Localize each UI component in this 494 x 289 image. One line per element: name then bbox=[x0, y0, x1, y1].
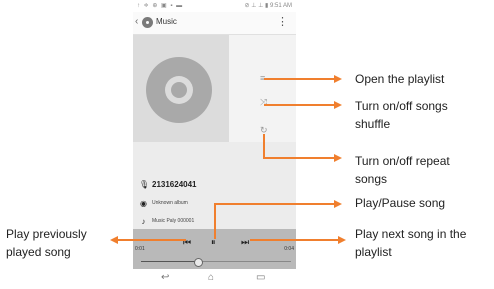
callout-shuffle-line1: Turn on/off songs bbox=[355, 99, 448, 113]
callout-previous-line2: played song bbox=[6, 245, 71, 259]
callout-open-playlist-text: Open the playlist bbox=[355, 72, 445, 86]
arrow-play-pause bbox=[214, 200, 342, 239]
callout-repeat-line2: songs bbox=[355, 172, 388, 186]
callout-next: Play next song in the playlist bbox=[355, 225, 466, 261]
callout-previous-line1: Play previously bbox=[6, 227, 87, 241]
callout-play-pause-text: Play/Pause song bbox=[355, 196, 446, 210]
callout-play-pause: Play/Pause song bbox=[355, 194, 445, 212]
callout-shuffle: Turn on/off songs shuffle bbox=[355, 97, 448, 133]
callout-next-line2: playlist bbox=[355, 245, 392, 259]
callout-repeat: Turn on/off repeat songs bbox=[355, 152, 450, 188]
callout-open-playlist: Open the playlist bbox=[355, 70, 444, 88]
arrow-repeat bbox=[263, 134, 342, 162]
callout-previous: Play previously played song bbox=[6, 225, 87, 261]
callout-repeat-line1: Turn on/off repeat bbox=[355, 154, 450, 168]
callout-next-line1: Play next song in the bbox=[355, 227, 467, 241]
callout-shuffle-line2: shuffle bbox=[355, 117, 391, 131]
